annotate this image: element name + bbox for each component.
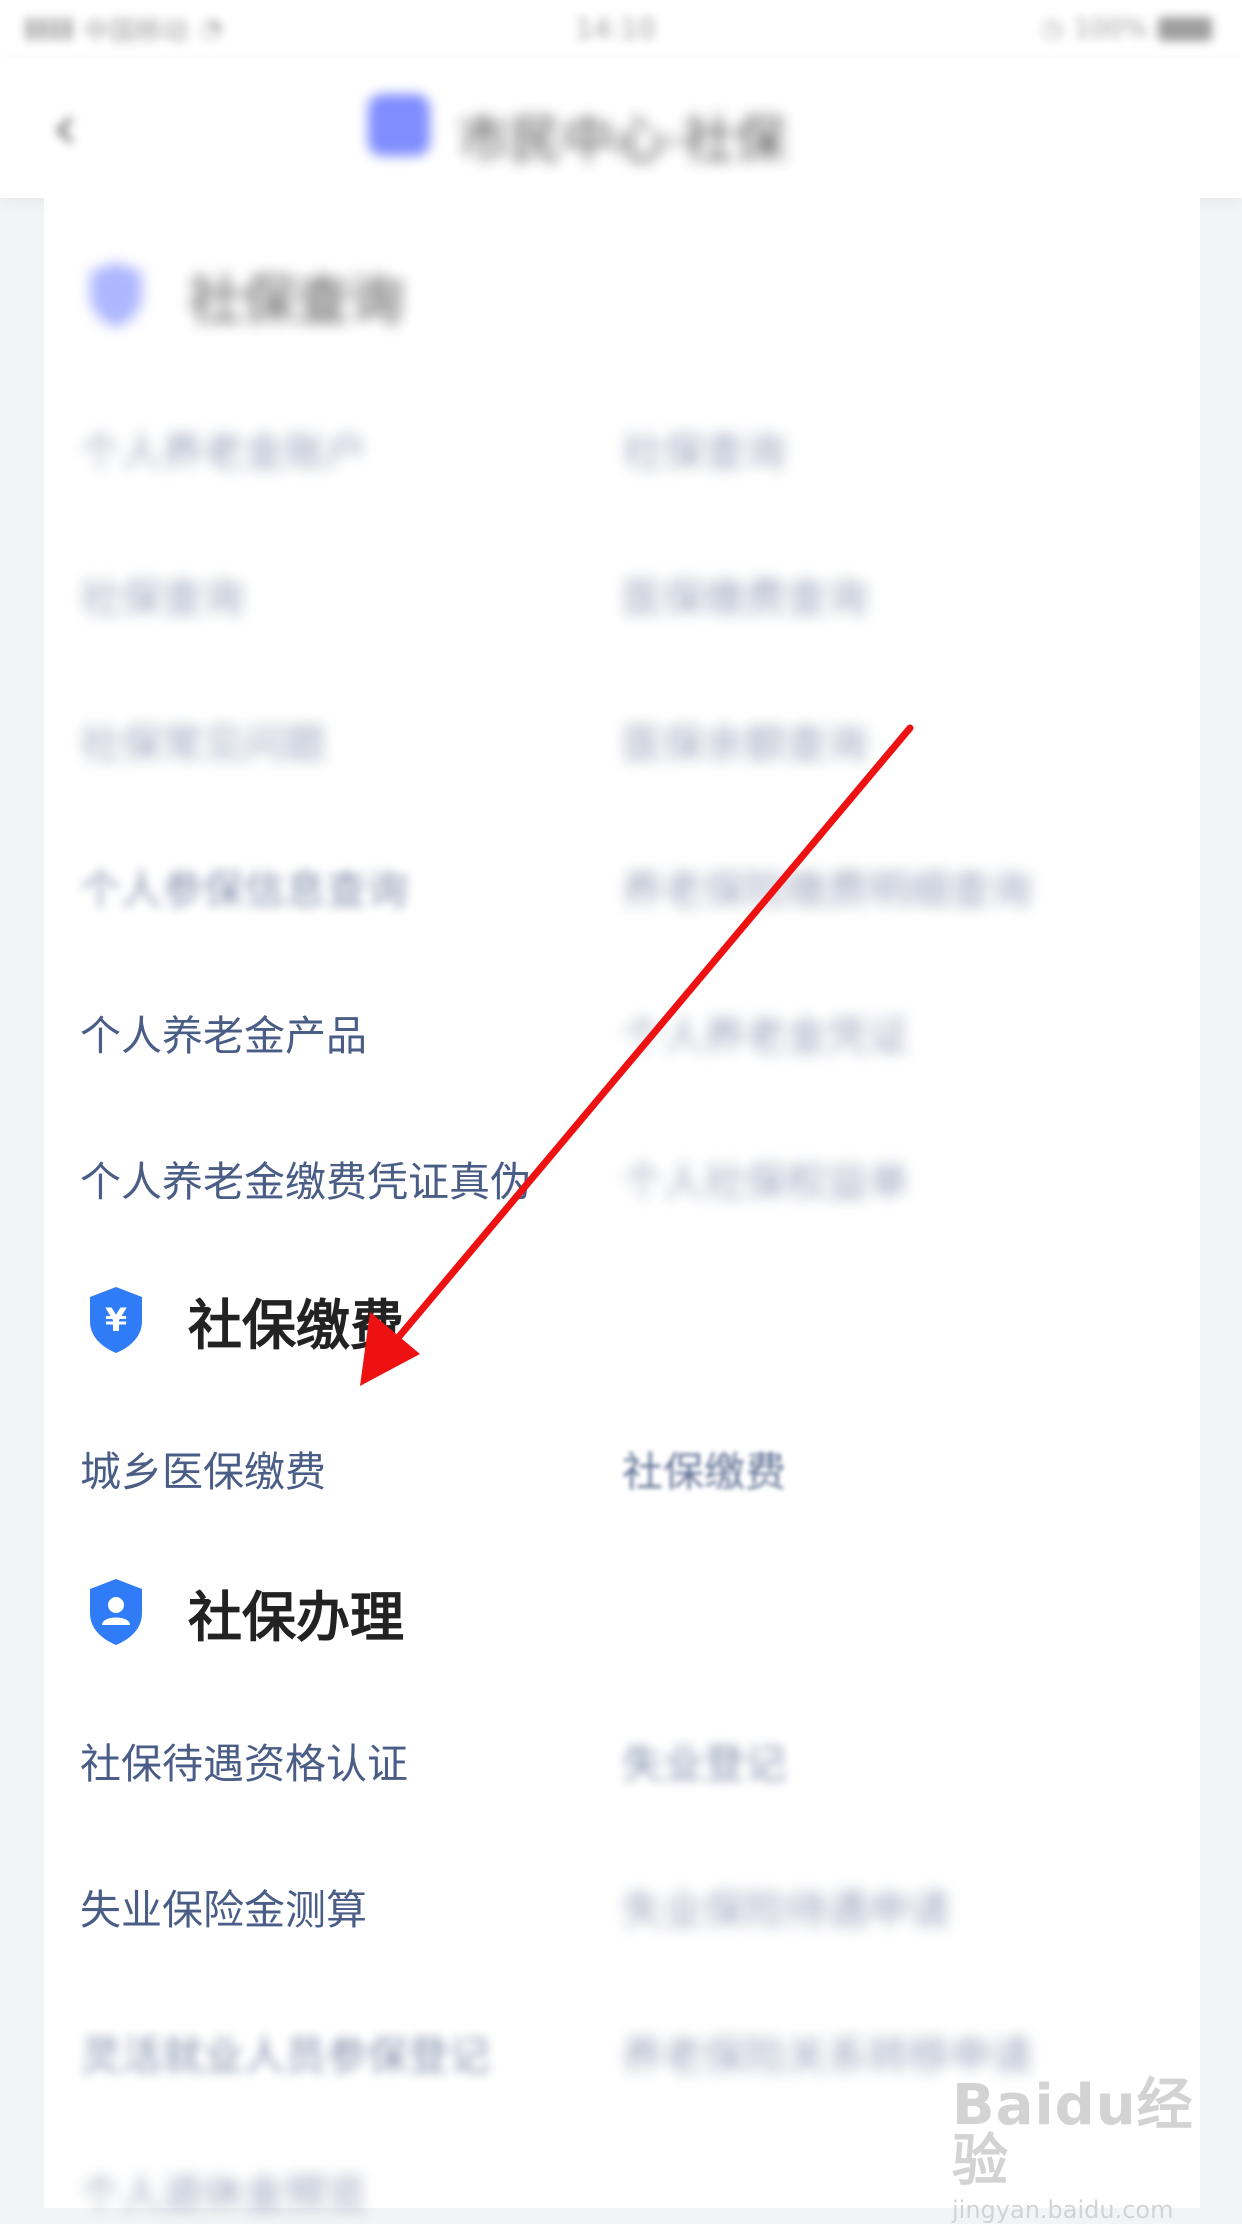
wifi-icon: ◔ <box>200 14 223 44</box>
shield-yuan-icon: ¥ <box>86 1285 146 1355</box>
watermark-sub: jingyan.baidu.com <box>952 2196 1174 2224</box>
query-item-11[interactable]: 个人养老金缴费凭证真伪 <box>80 1148 531 1208</box>
page-title: 市民中心·社保 <box>458 111 787 171</box>
battery-percent: 100% <box>1073 14 1148 44</box>
app-logo-icon <box>368 94 430 156</box>
section-query-title: 社保查询 <box>188 268 404 332</box>
handling-item-1[interactable]: 社保待遇资格认证 <box>80 1730 408 1790</box>
query-item-10[interactable]: 个人养老金凭证 <box>622 1002 909 1062</box>
handling-item-5[interactable]: 灵活就业人员参保登记 <box>80 2022 490 2082</box>
handling-item-7[interactable]: 个人退休金预览 <box>80 2160 367 2220</box>
baidu-watermark: Baidu经验 jingyan.baidu.com <box>952 2073 1202 2224</box>
status-bar: 中国移动 ◔ 14:10 ◷ 100% <box>0 0 1242 58</box>
query-item-7[interactable]: 个人参保信息查询 <box>80 856 408 916</box>
query-item-3[interactable]: 社保查询 <box>80 564 244 624</box>
query-item-8[interactable]: 养老保险缴费明细查询 <box>622 856 1032 916</box>
query-item-6[interactable]: 医保余额查询 <box>622 710 868 770</box>
alarm-icon: ◷ <box>1040 14 1064 44</box>
status-time: 14:10 <box>575 12 656 45</box>
handling-item-4[interactable]: 失业保险待遇申请 <box>622 1876 950 1936</box>
payment-item-urban-rural-medical[interactable]: 城乡医保缴费 <box>80 1438 326 1498</box>
section-payment-header: ¥ 社保缴费 <box>86 1280 404 1360</box>
handling-item-3[interactable]: 失业保险金测算 <box>80 1876 367 1936</box>
shield-user-icon <box>86 1577 146 1647</box>
query-item-9[interactable]: 个人养老金产品 <box>80 1002 367 1062</box>
handling-item-2[interactable]: 失业登记 <box>622 1730 786 1790</box>
query-item-2[interactable]: 社保查询 <box>622 418 786 478</box>
app-header: ‹ 市民中心·社保 <box>0 58 1242 198</box>
back-icon[interactable]: ‹ <box>52 96 78 160</box>
section-payment-title: 社保缴费 <box>188 1293 404 1357</box>
watermark-main: Baidu经验 <box>952 2073 1194 2194</box>
carrier-name: 中国移动 <box>84 16 189 47</box>
shield-search-icon <box>86 260 146 330</box>
query-item-5[interactable]: 社保常见问题 <box>80 710 326 770</box>
section-query-header: 社保查询 <box>86 255 404 335</box>
query-item-1[interactable]: 个人养老金账户 <box>80 418 367 478</box>
section-handling-header: 社保办理 <box>86 1572 404 1652</box>
query-item-4[interactable]: 医保缴费查询 <box>622 564 868 624</box>
section-handling-title: 社保办理 <box>188 1585 404 1649</box>
battery-icon <box>1158 17 1212 41</box>
query-item-12[interactable]: 个人社保权益单 <box>622 1148 909 1208</box>
payment-item-social-security[interactable]: 社保缴费 <box>622 1438 786 1498</box>
svg-text:¥: ¥ <box>105 1301 127 1339</box>
signal-icon <box>26 18 72 40</box>
